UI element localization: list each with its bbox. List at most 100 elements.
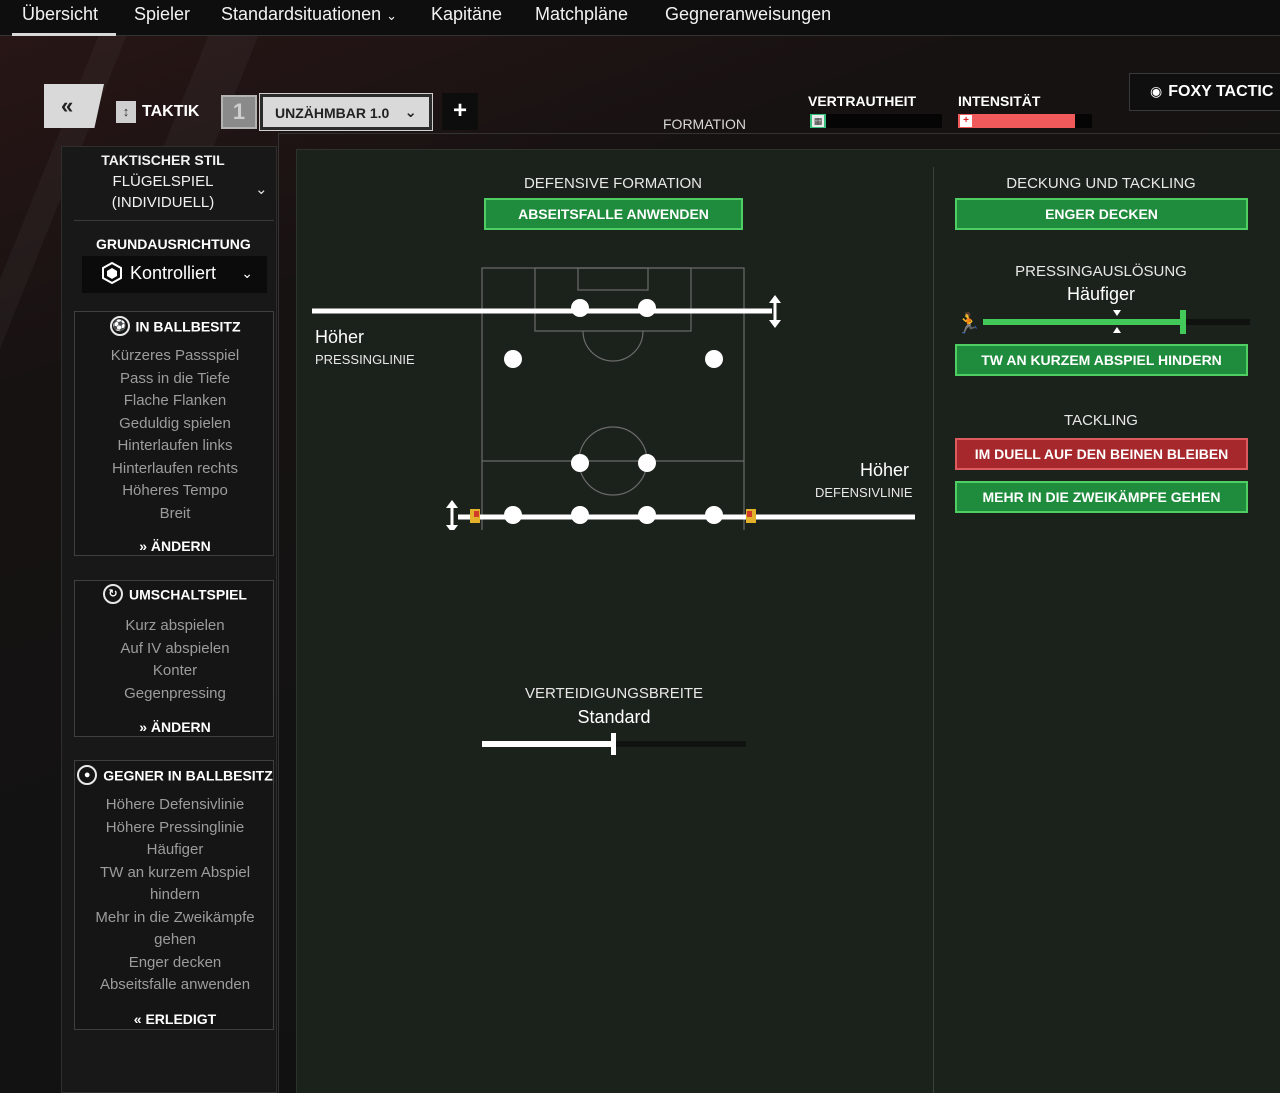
player-marker — [638, 506, 656, 524]
nav-tab-standardsituationen[interactable]: Standardsituationen ⌄ — [221, 4, 397, 25]
list-item: Hinterlaufen rechts — [112, 459, 238, 477]
tactical-style-label: TAKTISCHER STIL — [101, 152, 225, 168]
list-item: Gegenpressing — [124, 684, 226, 702]
tactical-style-mode: (INDIVIDUELL) — [111, 194, 215, 211]
in-possession-header: ⚽ IN BALLBESITZ — [75, 316, 275, 338]
nav-tab-spieler[interactable]: Spieler — [134, 4, 190, 25]
transition-panel: ↻ UMSCHALTSPIEL Kurz abspielen Auf IV abs… — [74, 580, 274, 737]
defense-width-handle[interactable] — [611, 733, 616, 755]
list-item: Geduldig spielen — [119, 414, 231, 432]
eye-icon: ◉ — [1150, 83, 1163, 99]
pressing-trigger-value: Häufiger — [1066, 284, 1136, 304]
grundausrichtung-label: GRUNDAUSRICHTUNG — [96, 236, 251, 252]
out-of-possession-list: Höhere Defensivlinie Höhere Pressinglini… — [75, 794, 275, 997]
chevron-down-icon[interactable]: ⌄ — [255, 180, 268, 198]
pressing-trigger-handle[interactable] — [1180, 310, 1186, 334]
list-item: Breit — [159, 504, 191, 522]
offside-trap-button[interactable]: ABSEITSFALLE ANWENDEN — [484, 198, 743, 230]
offside-flag-left-mark — [474, 511, 479, 517]
player-marker — [504, 506, 522, 524]
in-possession-panel: ⚽ IN BALLBESITZ Kürzeres Passspiel Pass i… — [74, 311, 274, 556]
nav-tab-kapitaene[interactable]: Kapitäne — [431, 4, 502, 25]
shield-icon — [102, 262, 122, 284]
pressing-trigger-fill — [983, 319, 1183, 325]
list-item: Enger decken — [128, 953, 222, 971]
change-in-possession-button[interactable]: » ÄNDERN — [75, 538, 275, 554]
default-marker-icon — [1113, 310, 1121, 316]
tackling-title: TACKLING — [1064, 412, 1138, 429]
player-marker — [504, 350, 522, 368]
stay-on-feet-button[interactable]: IM DUELL AUF DEN BEINEN BLEIBEN — [955, 438, 1248, 470]
prevent-gk-short-distribution-button[interactable]: TW AN KURZEM ABSPIEL HINDERN — [955, 344, 1248, 376]
tactic-name: UNZÄHMBAR 1.0 — [275, 105, 390, 121]
defense-width-value: Standard — [577, 707, 651, 727]
pitch-outline — [481, 267, 745, 530]
done-button[interactable]: « ERLEDIGT — [75, 1011, 275, 1027]
tighter-marking-button[interactable]: ENGER DECKEN — [955, 198, 1248, 230]
list-item: Abseitsfalle anwenden — [99, 976, 251, 993]
intensitaet-fill — [958, 114, 1075, 128]
view-selector[interactable]: ◉ FOXY TACTIC — [1129, 73, 1280, 111]
top-navigation: Übersicht Spieler Standardsituationen ⌄ … — [0, 0, 1280, 36]
tactic-select[interactable]: UNZÄHMBAR 1.0 ⌄ — [259, 93, 433, 131]
transition-list: Kurz abspielen Auf IV abspielen Konter G… — [75, 615, 275, 705]
list-item: Höhere Pressinglinie — [105, 818, 245, 836]
tactical-style[interactable]: TAKTISCHER STIL FLÜGELSPIEL (INDIVIDUELL… — [50, 150, 276, 213]
medical-cross-icon: + — [960, 115, 972, 127]
defensive-line-handle[interactable] — [446, 500, 458, 530]
double-chevron-left-icon: « — [133, 1011, 142, 1027]
add-tactic-button[interactable]: + — [442, 93, 478, 130]
pressing-trigger-title: PRESSINGAUSLÖSUNG — [1015, 263, 1187, 280]
button-label: ÄNDERN — [150, 719, 211, 735]
active-tab-underline — [12, 33, 116, 36]
defense-width-title: VERTEIDIGUNGSBREITE — [524, 685, 704, 702]
button-label: ÄNDERN — [150, 538, 211, 554]
nav-tab-uebersicht[interactable]: Übersicht — [22, 4, 98, 25]
mentality-value: Kontrolliert — [130, 263, 217, 283]
button-label: ERLEDIGT — [145, 1011, 217, 1027]
familiarity-icon: ▦ — [812, 115, 824, 127]
double-chevron-right-icon: » — [139, 719, 147, 735]
defensive-line-value: Höher — [860, 460, 910, 480]
list-item: gehen — [154, 931, 196, 948]
player-marker — [705, 350, 723, 368]
get-stuck-in-button[interactable]: MEHR IN DIE ZWEIKÄMPFE GEHEN — [955, 481, 1248, 513]
out-of-possession-header: ● GEGNER IN BALLBESITZ — [75, 765, 275, 787]
ball-icon: ⚽ — [109, 316, 130, 336]
view-label: FOXY TACTIC — [1168, 83, 1274, 100]
list-item: TW an kurzem Abspiel — [99, 863, 251, 881]
list-item: hindern — [149, 886, 201, 903]
out-of-possession-title: GEGNER IN BALLBESITZ — [103, 767, 273, 784]
double-chevron-left-icon: « — [61, 93, 74, 118]
list-item: Auf IV abspielen — [120, 639, 230, 657]
out-of-possession-panel: ● GEGNER IN BALLBESITZ Höhere Defensivlin… — [74, 760, 274, 1030]
player-marker — [571, 506, 589, 524]
defensive-line-label: DEFENSIVLINIE — [815, 485, 913, 500]
column-divider — [933, 167, 934, 1093]
nav-tab-gegneranweisungen[interactable]: Gegneranweisungen — [665, 4, 831, 25]
back-button[interactable]: « — [44, 84, 104, 128]
change-transition-button[interactable]: » ÄNDERN — [75, 719, 275, 735]
player-marker — [571, 454, 589, 472]
list-item: Häufiger — [146, 841, 204, 858]
mentality-select[interactable]: Kontrolliert ⌄ — [82, 256, 267, 293]
top-goal-area — [577, 267, 649, 291]
list-item: Flache Flanken — [123, 392, 227, 409]
list-item: Pass in die Tiefe — [119, 369, 231, 387]
nav-tab-matchplaene[interactable]: Matchpläne — [535, 4, 628, 25]
transition-title: UMSCHALTSPIEL — [129, 586, 247, 603]
player-marker — [571, 299, 589, 317]
vertrautheit-bar: ▦ — [810, 114, 942, 128]
vertrautheit-label: VERTRAUTHEIT — [808, 93, 917, 109]
in-possession-list: Kürzeres Passspiel Pass in die Tiefe Fla… — [75, 345, 275, 525]
intensitaet-bar: + — [958, 114, 1092, 128]
marking-title: DECKUNG UND TACKLING — [1006, 175, 1196, 192]
list-item: Höheres Tempo — [122, 482, 228, 499]
defense-width-slider[interactable] — [482, 733, 746, 755]
list-item: Mehr in die Zweikämpfe — [95, 908, 255, 926]
tactic-slot-number[interactable]: 1 — [221, 95, 257, 129]
pressing-trigger-slider[interactable] — [983, 310, 1250, 334]
player-marker — [705, 506, 723, 524]
list-item: Konter — [152, 662, 198, 679]
plus-icon: + — [452, 97, 467, 124]
